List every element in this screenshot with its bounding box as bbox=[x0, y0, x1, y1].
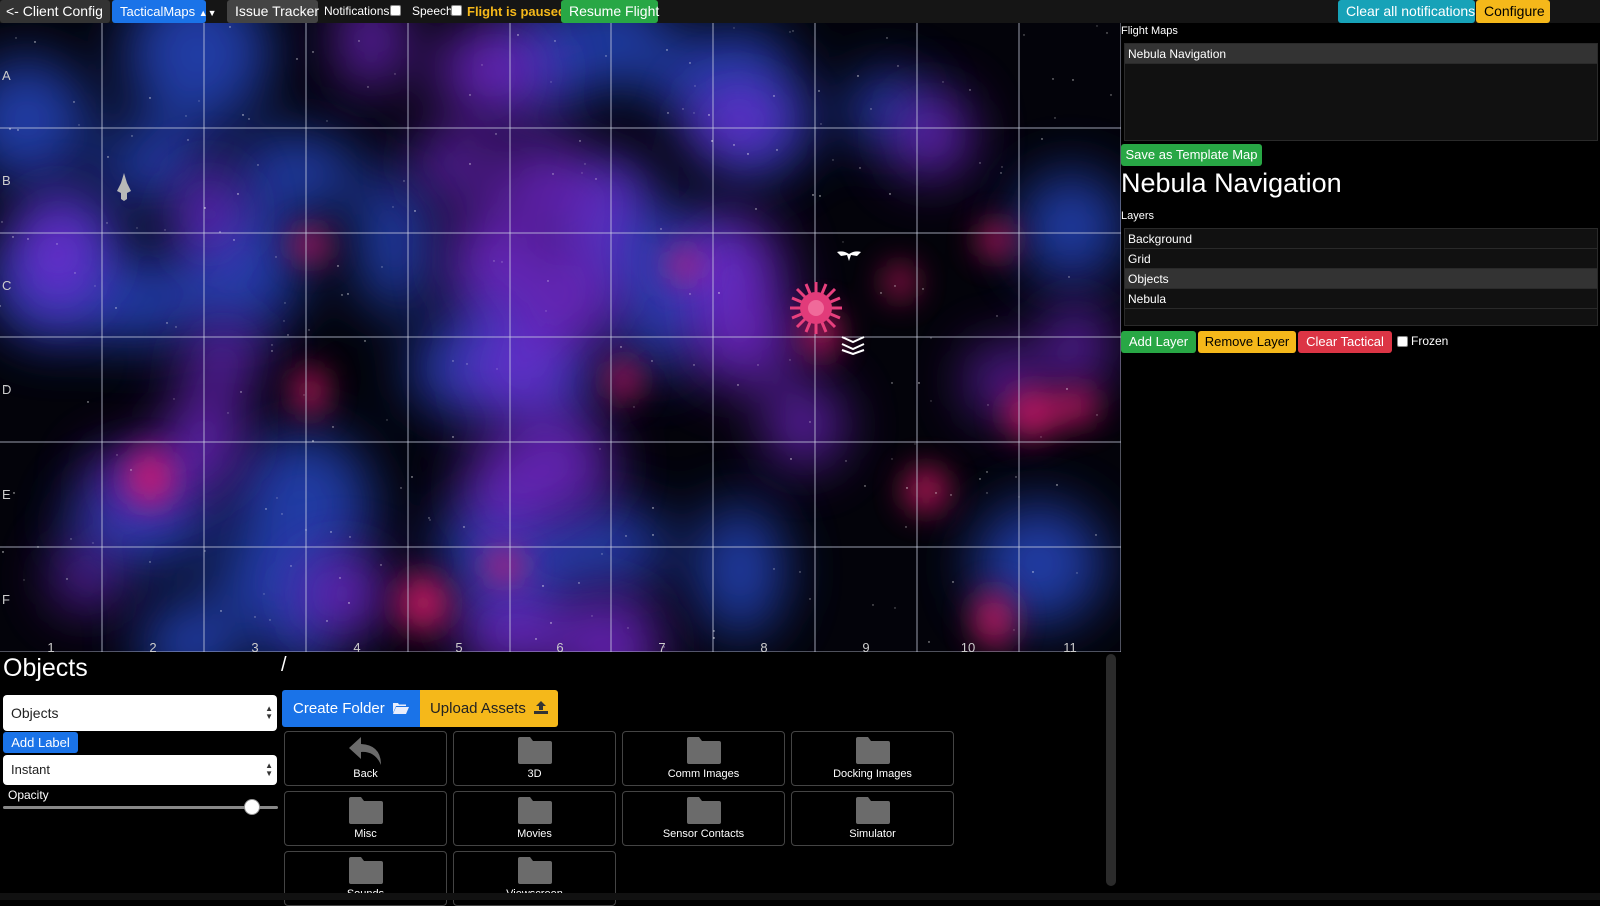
grid-column-label: 2 bbox=[149, 640, 157, 652]
nebula-background bbox=[0, 23, 1121, 652]
folder-icon bbox=[855, 795, 891, 830]
asset-scrollbar[interactable] bbox=[1106, 654, 1116, 886]
grid-row-label: D bbox=[2, 382, 12, 397]
notifications-checkbox[interactable] bbox=[390, 5, 401, 16]
grid-column-label: 8 bbox=[760, 640, 768, 652]
grid-column-label: 9 bbox=[862, 640, 870, 652]
asset-tile[interactable]: Comm Images bbox=[622, 731, 785, 786]
grid-column-label: 5 bbox=[455, 640, 463, 652]
tactical-maps-select[interactable]: TacticalMaps ▲▼ bbox=[112, 0, 217, 23]
frozen-checkbox[interactable] bbox=[1397, 336, 1408, 347]
speech-label: Speech bbox=[412, 4, 453, 18]
layer-select-value: Objects bbox=[11, 705, 59, 721]
folder-icon bbox=[517, 735, 553, 770]
top-toolbar: <- Client Config TacticalMaps ▲▼ Issue T… bbox=[0, 0, 1600, 23]
speed-select-value: Instant bbox=[11, 762, 51, 777]
flight-maps-list: Nebula Navigation bbox=[1124, 43, 1598, 141]
add-layer-button[interactable]: Add Layer bbox=[1121, 331, 1196, 353]
clear-tactical-button[interactable]: Clear Tactical bbox=[1298, 331, 1392, 353]
asset-tile[interactable]: Sensor Contacts bbox=[622, 791, 785, 846]
folder-icon bbox=[686, 735, 722, 770]
tactical-map-canvas[interactable]: A B C D E F 1 2 3 4 5 6 7 8 9 10 11 bbox=[0, 23, 1121, 652]
folder-icon bbox=[855, 735, 891, 770]
save-template-button[interactable]: Save as Template Map bbox=[1121, 144, 1262, 166]
upload-assets-button[interactable]: Upload Assets bbox=[420, 690, 558, 727]
asset-tile-label: Back bbox=[353, 768, 378, 780]
grid-row-label: E bbox=[2, 487, 11, 502]
select-arrows-icon: ▲▼ bbox=[265, 704, 273, 721]
bottom-edge bbox=[0, 893, 1600, 900]
folder-icon bbox=[686, 795, 722, 830]
asset-tile-label: Misc bbox=[354, 828, 377, 840]
clear-notifications-button[interactable]: Clear all notifications bbox=[1338, 0, 1475, 23]
flight-status-text: Flight is paused bbox=[467, 4, 566, 19]
speech-checkbox[interactable] bbox=[451, 5, 462, 16]
asset-tile[interactable]: Docking Images bbox=[791, 731, 954, 786]
asset-tile-label: Simulator bbox=[849, 828, 896, 840]
folder-open-icon bbox=[392, 703, 409, 714]
layers-label: Layers bbox=[1121, 210, 1155, 222]
grid-column-label: 6 bbox=[556, 640, 564, 652]
upload-assets-label: Upload Assets bbox=[429, 700, 526, 717]
grid-column-label: 4 bbox=[353, 640, 361, 652]
folder-icon bbox=[517, 855, 553, 890]
frozen-label: Frozen bbox=[1411, 334, 1449, 348]
flight-map-item[interactable]: Nebula Navigation bbox=[1125, 44, 1597, 64]
select-arrows-icon: ▲▼ bbox=[198, 8, 217, 18]
create-folder-button[interactable]: Create Folder bbox=[282, 690, 420, 727]
select-arrows-icon: ▲▼ bbox=[265, 761, 273, 778]
back-arrow-icon bbox=[347, 735, 385, 772]
grid-row-label: F bbox=[2, 592, 10, 607]
folder-icon bbox=[517, 795, 553, 830]
objects-title: Objects bbox=[3, 654, 88, 682]
create-folder-label: Create Folder bbox=[293, 700, 385, 717]
grid-column-label: 7 bbox=[658, 640, 666, 652]
grid-row-label: B bbox=[2, 173, 11, 188]
grid-column-label: 11 bbox=[1063, 640, 1077, 652]
resume-flight-button[interactable]: Resume Flight bbox=[561, 0, 659, 23]
speed-select[interactable]: Instant ▲ ▼ bbox=[3, 755, 277, 785]
objects-library-panel: Objects / Objects ▲ ▼ Add Label Instant ▲… bbox=[0, 652, 1121, 906]
client-config-button[interactable]: <- Client Config bbox=[0, 0, 110, 23]
asset-path: / bbox=[281, 654, 287, 676]
grid-column-label: 10 bbox=[960, 640, 976, 652]
remove-layer-button[interactable]: Remove Layer bbox=[1198, 331, 1296, 353]
asset-tile[interactable]: 3D bbox=[453, 731, 616, 786]
grid-row-label: A bbox=[2, 68, 11, 83]
grid-column-label: 3 bbox=[251, 640, 259, 652]
grid-row-label: C bbox=[2, 278, 12, 293]
asset-tile[interactable]: Simulator bbox=[791, 791, 954, 846]
layer-item-nebula[interactable]: Nebula bbox=[1125, 289, 1597, 309]
opacity-label: Opacity bbox=[8, 788, 49, 802]
asset-tile[interactable]: Movies bbox=[453, 791, 616, 846]
flight-maps-label: Flight Maps bbox=[1121, 25, 1178, 37]
asset-tile-label: Movies bbox=[517, 828, 552, 840]
map-settings-panel: Flight Maps Nebula Navigation Save as Te… bbox=[1121, 23, 1600, 900]
asset-tile-label: Docking Images bbox=[833, 768, 912, 780]
layer-item-objects[interactable]: Objects bbox=[1125, 269, 1597, 289]
notifications-label: Notifications bbox=[324, 4, 390, 18]
folder-icon bbox=[348, 795, 384, 830]
asset-tile-label: Sensor Contacts bbox=[662, 828, 745, 840]
asset-tile-label: Comm Images bbox=[667, 768, 740, 780]
map-title: Nebula Navigation bbox=[1121, 168, 1342, 198]
issue-tracker-button[interactable]: Issue Tracker bbox=[227, 0, 319, 23]
folder-icon bbox=[348, 855, 384, 890]
configure-button[interactable]: Configure bbox=[1476, 0, 1550, 23]
grid-column-label: 1 bbox=[47, 640, 55, 652]
upload-icon bbox=[534, 701, 549, 714]
layer-item-background[interactable]: Background bbox=[1125, 229, 1597, 249]
opacity-slider-track[interactable] bbox=[3, 806, 278, 809]
asset-tile-label: 3D bbox=[527, 768, 542, 780]
layer-item-grid[interactable]: Grid bbox=[1125, 249, 1597, 269]
asset-tile[interactable]: Back bbox=[284, 731, 447, 786]
add-label-button[interactable]: Add Label bbox=[3, 732, 78, 753]
asset-tile[interactable]: Misc bbox=[284, 791, 447, 846]
tactical-maps-label: TacticalMaps bbox=[120, 4, 196, 19]
layer-select[interactable]: Objects ▲ ▼ bbox=[3, 695, 277, 731]
opacity-slider-handle[interactable] bbox=[244, 799, 260, 815]
layers-list: Background Grid Objects Nebula bbox=[1124, 228, 1598, 326]
